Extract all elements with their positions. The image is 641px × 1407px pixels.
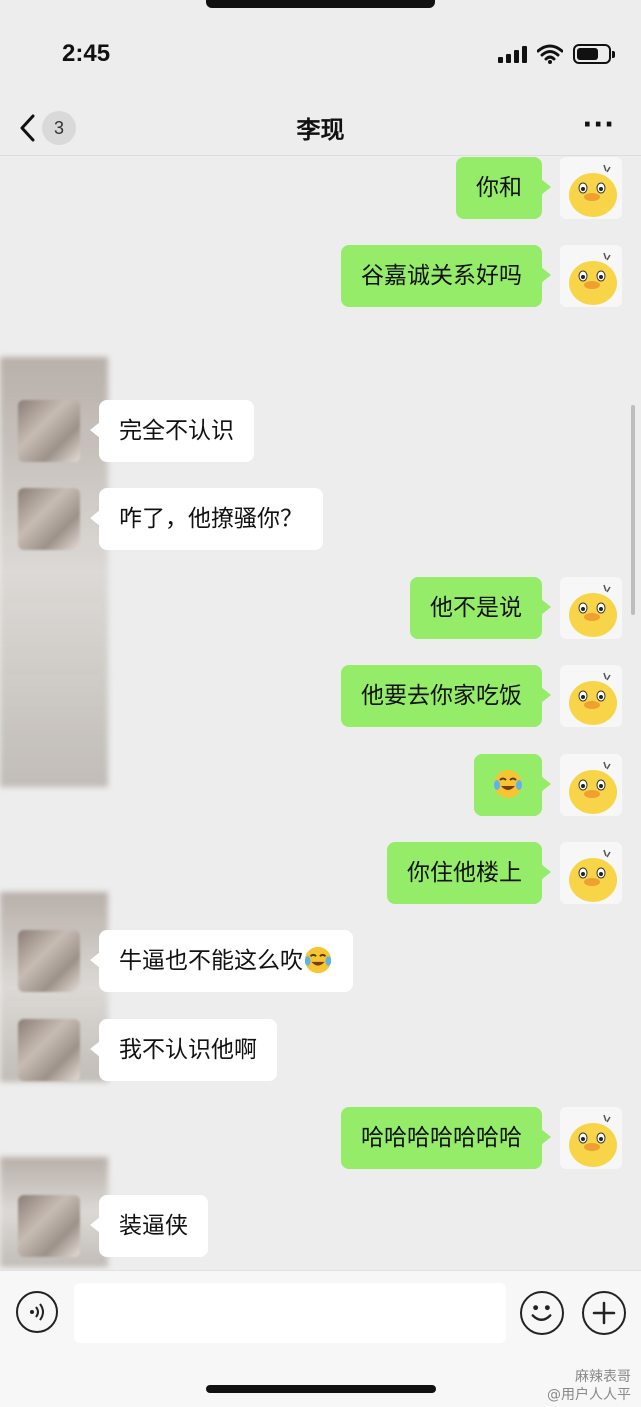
message-text: 完全不认识	[119, 418, 234, 444]
avatar[interactable]	[560, 157, 622, 219]
message-row: 完全不认识	[0, 400, 641, 462]
message-input[interactable]	[74, 1283, 506, 1343]
message-bubble-sent[interactable]: 他不是说	[410, 577, 551, 639]
avatar[interactable]	[18, 930, 80, 992]
message-bubble-received[interactable]: 完全不认识	[90, 400, 254, 462]
crying-laughing-emoji-icon	[304, 946, 332, 973]
watermark: 麻辣表哥 @用户人人平	[547, 1368, 631, 1404]
avatar[interactable]	[18, 1195, 80, 1257]
message-bubble-sent[interactable]: 谷嘉诚关系好吗	[341, 245, 551, 307]
message-text: 谷嘉诚关系好吗	[361, 263, 522, 289]
message-row: 他不是说	[0, 577, 641, 639]
message-text: 哈哈哈哈哈哈哈	[361, 1125, 522, 1151]
avatar[interactable]	[560, 245, 622, 307]
message-row: 哈哈哈哈哈哈哈	[0, 1107, 641, 1169]
watermark-line: @用户人人平	[547, 1387, 631, 1403]
avatar[interactable]	[560, 1107, 622, 1169]
message-bubble-sent[interactable]: 你和	[456, 157, 551, 219]
message-bubble-sent[interactable]: 哈哈哈哈哈哈哈	[341, 1107, 551, 1169]
avatar[interactable]	[560, 665, 622, 727]
avatar[interactable]	[560, 842, 622, 904]
message-text: 咋了，他撩骚你？	[119, 506, 303, 532]
message-bubble-received[interactable]: 牛逼也不能这么吹	[90, 930, 353, 992]
avatar[interactable]	[18, 1019, 80, 1081]
emoji-button[interactable]	[520, 1291, 564, 1335]
message-bubble-sent[interactable]: 你住他楼上	[387, 842, 551, 904]
plus-button[interactable]	[582, 1291, 626, 1335]
message-bubble-sent[interactable]: 他要去你家吃饭	[341, 665, 551, 727]
message-list[interactable]: 你和 谷嘉诚关系好吗 完全不认识 咋了，他撩骚你？ 他不是说 他要去你家吃饭 你…	[0, 157, 641, 1267]
yellow-duck-avatar-icon	[569, 164, 617, 217]
crying-laughing-emoji-icon	[494, 769, 522, 798]
yellow-duck-avatar-icon	[569, 252, 617, 305]
message-text: 你和	[476, 175, 522, 201]
status-time: 2:45	[62, 40, 111, 67]
home-indicator[interactable]	[206, 1385, 436, 1393]
chat-title: 李现	[296, 116, 345, 144]
yellow-duck-avatar-icon	[569, 1114, 617, 1167]
plus-icon	[592, 1301, 616, 1325]
message-row: 他要去你家吃饭	[0, 665, 641, 727]
message-row: 我不认识他啊	[0, 1019, 641, 1081]
more-options-button[interactable]: ···	[582, 110, 615, 140]
battery-icon	[573, 44, 615, 64]
message-text: 装逼侠	[119, 1213, 188, 1239]
avatar[interactable]	[18, 400, 80, 462]
message-row: 咋了，他撩骚你？	[0, 488, 641, 550]
yellow-duck-avatar-icon	[569, 849, 617, 902]
message-row: 你住他楼上	[0, 842, 641, 904]
avatar[interactable]	[560, 577, 622, 639]
message-bubble-received[interactable]: 咋了，他撩骚你？	[90, 488, 323, 550]
yellow-duck-avatar-icon	[569, 584, 617, 637]
yellow-duck-avatar-icon	[569, 672, 617, 725]
scrollbar[interactable]	[631, 405, 635, 615]
message-row: 谷嘉诚关系好吗	[0, 245, 641, 307]
message-text: 牛逼也不能这么吹	[119, 948, 303, 974]
message-row: 装逼侠	[0, 1195, 641, 1257]
message-row: 牛逼也不能这么吹	[0, 930, 641, 992]
yellow-duck-avatar-icon	[569, 761, 617, 814]
signal-icon	[498, 45, 527, 63]
message-text: 我不认识他啊	[119, 1037, 257, 1063]
message-bubble-received[interactable]: 我不认识他啊	[90, 1019, 277, 1081]
message-text: 你住他楼上	[407, 860, 522, 886]
message-row: 你和	[0, 157, 641, 219]
message-bubble-received[interactable]: 装逼侠	[90, 1195, 208, 1257]
system-icons	[498, 44, 615, 64]
chat-header: 3 李现 ···	[0, 100, 641, 156]
avatar[interactable]	[18, 488, 80, 550]
message-row	[0, 754, 641, 816]
message-text: 他不是说	[430, 595, 522, 621]
voice-icon	[30, 1303, 44, 1321]
emoji-face-icon	[531, 1305, 552, 1322]
message-bubble-sent[interactable]	[474, 754, 551, 816]
status-bar: 2:45	[0, 0, 641, 100]
voice-button[interactable]	[16, 1291, 58, 1333]
message-text: 他要去你家吃饭	[361, 683, 522, 709]
watermark-line: 麻辣表哥	[575, 1369, 631, 1385]
avatar[interactable]	[560, 754, 622, 816]
wifi-icon	[537, 44, 563, 64]
